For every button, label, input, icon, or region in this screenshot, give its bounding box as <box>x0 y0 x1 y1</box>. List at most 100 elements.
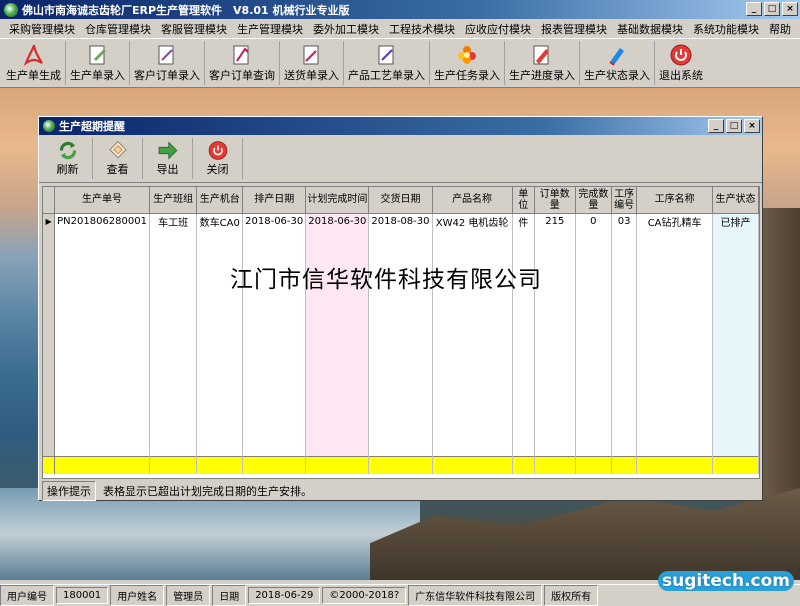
maximize-button[interactable]: □ <box>764 2 780 16</box>
view-button[interactable]: 查看 <box>93 138 143 179</box>
child-close-button[interactable]: × <box>744 119 760 133</box>
toolbar-label: 客户订单录入 <box>134 69 200 82</box>
company-name: 广东信华软件科技有限公司 <box>408 585 543 606</box>
document-icon <box>158 45 174 65</box>
toolbar-task-entry-button[interactable]: 生产任务录入 <box>430 41 505 85</box>
rocks-bottom <box>370 488 800 580</box>
table-header-row: 生产单号 生产班组 生产机台 排产日期 计划完成时间 交货日期 产品名称 单位 … <box>43 187 759 214</box>
exit-icon <box>670 44 692 66</box>
summary-cell <box>54 455 150 474</box>
table-cell[interactable]: 件 <box>512 213 535 230</box>
child-minimize-button[interactable]: _ <box>708 119 724 133</box>
toolbar-label: 生产单生成 <box>6 69 61 82</box>
table-cell[interactable]: 车工班 <box>149 213 198 230</box>
table-cell[interactable]: XW42 电机齿轮 <box>432 213 513 230</box>
toolbar-progress-entry-button[interactable]: 生产进度录入 <box>505 41 580 85</box>
menu-bar: 采购管理模块 仓库管理模块 客服管理模块 生产管理模块 委外加工模块 工程技术模… <box>0 19 800 38</box>
document-pen-icon <box>89 45 106 65</box>
table-cell[interactable]: 已排产 <box>712 213 759 230</box>
refresh-icon <box>59 141 76 160</box>
toolbar-process-sheet-button[interactable]: 产品工艺单录入 <box>344 41 430 85</box>
table-cell[interactable]: 03 <box>611 213 638 230</box>
toolbar-status-entry-button[interactable]: 生产状态录入 <box>580 41 655 85</box>
row-pointer-icon: ▶ <box>43 213 56 230</box>
menu-customer-service[interactable]: 客服管理模块 <box>156 21 232 37</box>
summary-cell <box>575 455 613 474</box>
copyright: ©2000-2018? <box>322 587 407 604</box>
toolbar-exit-button[interactable]: 退出系统 <box>655 41 707 85</box>
column-header[interactable]: 生产单号 <box>54 187 150 214</box>
menu-engineering[interactable]: 工程技术模块 <box>384 21 460 37</box>
row-indicator <box>43 230 56 456</box>
user-name-value: 管理员 <box>166 585 211 606</box>
table-cell[interactable]: CA钻孔精车 <box>636 213 713 230</box>
table-cell[interactable]: PN201806280001 <box>54 213 150 230</box>
empty-cell <box>54 230 150 456</box>
menu-base-data[interactable]: 基础数据模块 <box>612 21 688 37</box>
table-cell[interactable]: 2018-06-30 <box>242 213 307 230</box>
logo-text: sugitech.com <box>658 571 794 591</box>
refresh-label: 刷新 <box>56 163 79 176</box>
empty-cell <box>611 230 638 456</box>
date-value: 2018-06-29 <box>248 587 321 604</box>
app-icon <box>4 2 18 17</box>
row-indicator-header <box>43 187 56 214</box>
user-name-label: 用户姓名 <box>110 585 165 606</box>
toolbar-order-entry-button[interactable]: 生产单录入 <box>66 41 130 85</box>
table-cell[interactable]: 0 <box>575 213 613 230</box>
delivery-icon <box>303 45 318 65</box>
table-row[interactable]: ▶ PN201806280001 车工班 数车CA0 2018-06-30 20… <box>43 213 759 230</box>
column-header[interactable]: 订单数量 <box>534 187 576 214</box>
toolbar-label: 产品工艺单录入 <box>348 69 425 82</box>
export-button[interactable]: 导出 <box>143 138 193 179</box>
table-cell[interactable]: 215 <box>534 213 576 230</box>
column-header[interactable]: 单位 <box>512 187 535 214</box>
refresh-button[interactable]: 刷新 <box>43 138 93 179</box>
toolbar-generate-order-button[interactable]: 生产单生成 <box>2 41 66 85</box>
toolbar-delivery-entry-button[interactable]: 送货单录入 <box>280 41 344 85</box>
table-cell[interactable]: 数车CA0 <box>196 213 244 230</box>
search-doc-icon <box>233 45 249 65</box>
child-toolbar: 刷新 查看 导出 关闭 <box>39 135 762 183</box>
column-header[interactable]: 生产班组 <box>149 187 198 214</box>
toolbar-customer-order-entry-button[interactable]: 客户订单录入 <box>130 41 205 85</box>
column-header[interactable]: 生产机台 <box>196 187 244 214</box>
summary-cell <box>534 455 576 474</box>
main-title-bar: 佛山市南海诚志齿轮厂ERP生产管理软件 V8.01 机械行业专业版 _ □ × <box>0 0 800 19</box>
close-window-button[interactable]: 关闭 <box>193 138 243 179</box>
close-button[interactable]: × <box>782 2 798 16</box>
site-logo: sugitech.com <box>658 571 794 591</box>
table-cell[interactable]: 2018-08-30 <box>368 213 433 230</box>
empty-cell <box>712 230 759 456</box>
column-header[interactable]: 工序编号 <box>611 187 638 214</box>
menu-production[interactable]: 生产管理模块 <box>232 21 308 37</box>
column-header[interactable]: 排产日期 <box>242 187 307 214</box>
menu-outsourcing[interactable]: 委外加工模块 <box>308 21 384 37</box>
menu-reports[interactable]: 报表管理模块 <box>536 21 612 37</box>
menu-help[interactable]: 帮助 <box>764 21 796 37</box>
toolbar-customer-order-query-button[interactable]: 客户订单查询 <box>205 41 280 85</box>
child-maximize-button[interactable]: □ <box>726 119 742 133</box>
column-header[interactable]: 生产状态 <box>712 187 759 214</box>
date-label: 日期 <box>212 585 247 606</box>
menu-accounts[interactable]: 应收应付模块 <box>460 21 536 37</box>
menu-warehouse[interactable]: 仓库管理模块 <box>80 21 156 37</box>
flower-icon <box>458 46 476 64</box>
wave-foam <box>0 488 420 580</box>
overdue-table[interactable]: 生产单号 生产班组 生产机台 排产日期 计划完成时间 交货日期 产品名称 单位 … <box>42 186 760 479</box>
table-cell[interactable]: 2018-06-30 <box>305 213 370 230</box>
export-label: 导出 <box>156 163 179 176</box>
menu-purchase[interactable]: 采购管理模块 <box>4 21 80 37</box>
column-header[interactable]: 完成数量 <box>575 187 613 214</box>
column-header[interactable]: 工序名称 <box>636 187 713 214</box>
rights-text: 版权所有 <box>544 585 599 606</box>
column-header[interactable]: 计划完成时间 <box>305 187 370 214</box>
menu-system[interactable]: 系统功能模块 <box>688 21 764 37</box>
summary-cell <box>512 455 535 474</box>
column-header[interactable]: 产品名称 <box>432 187 513 214</box>
summary-cell <box>636 455 713 474</box>
summary-cell <box>305 455 370 474</box>
hint-bar: 操作提示 表格显示已超出计划完成日期的生产安排。 <box>42 481 760 501</box>
column-header[interactable]: 交货日期 <box>368 187 433 214</box>
minimize-button[interactable]: _ <box>746 2 762 16</box>
